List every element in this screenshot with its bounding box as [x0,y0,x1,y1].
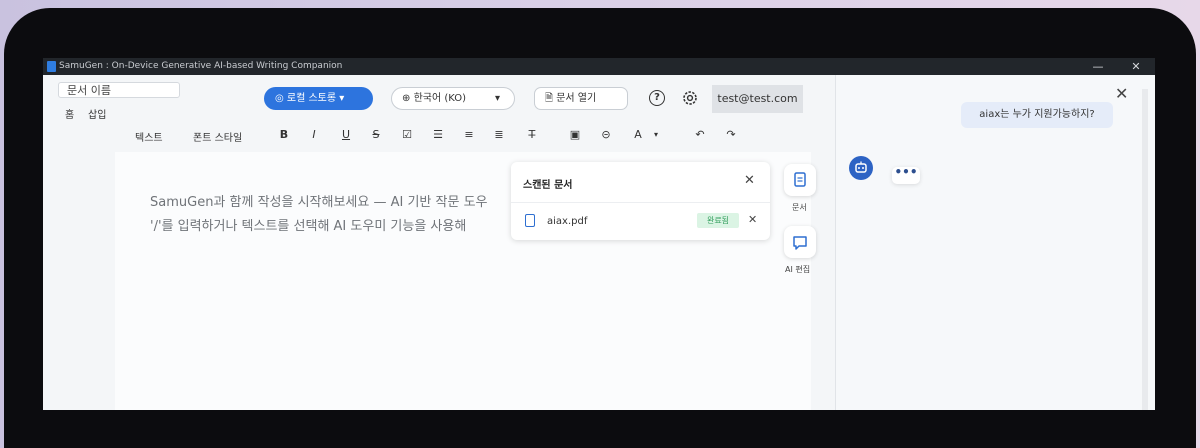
scrollbar[interactable] [1142,89,1148,410]
italic-icon[interactable]: I [307,128,321,142]
bot-avatar [849,156,873,180]
image-icon[interactable]: ▣ [568,128,582,142]
documents-label: 문서 [792,203,807,212]
underline-icon[interactable]: U [339,128,353,142]
ai-edit-label: AI 편집 [785,265,811,274]
document-name-input[interactable]: 문서 이름 [58,82,180,98]
app-window: SamuGen : On-Device Generative AI-based … [43,58,1155,410]
document-icon [794,172,806,187]
help-icon[interactable]: ? [649,90,665,106]
documents-button[interactable] [784,164,816,196]
placeholder-line-1: SamuGen과 함께 작성을 시작해보세요 — AI 기반 작문 도우 [150,195,488,210]
storage-icon: ◎ [275,93,287,104]
menu-home[interactable]: 홈 [65,106,74,121]
typing-indicator: ••• [892,166,920,184]
panel-title: 스캔된 문서 [523,180,573,191]
chevron-down-icon: ▾ [336,93,345,104]
align-icon[interactable]: ≣ [492,128,506,142]
font-style-menu[interactable]: 폰트 스타일 [193,129,242,144]
robot-icon [855,161,867,173]
chat-edit-icon [793,236,807,250]
menu-insert[interactable]: 삽입 [88,106,106,121]
clear-format-icon[interactable]: T̶ [525,128,539,142]
link-icon[interactable]: ⊝ [599,128,613,142]
document-icon: 🗎 [545,93,557,104]
app-icon [47,61,56,72]
user-message: aiax는 누가 지원가능하지? [961,102,1113,128]
divider [511,202,770,203]
open-document-button[interactable]: 🗎 문서 열기 [534,87,628,110]
storage-dropdown[interactable]: ◎ 로컬 스토롱 ▾ [264,87,373,110]
bold-icon[interactable]: B [277,128,291,142]
editor-pane: 문서 이름 홈 삽입 ◎ 로컬 스토롱 ▾ ⊕ 한국어 (KO) ▾ 🗎 문서 열… [43,75,833,410]
font-color-icon[interactable]: A [631,128,645,142]
text-style-menu[interactable]: 텍스트 [135,129,163,144]
open-document-label: 문서 열기 [556,93,597,104]
format-toolbar: 텍스트 폰트 스타일 B I U S ☑ ☰ ≡ ≣ T̶ ▣ ⊝ A ▾ ↶ … [43,122,833,149]
gear-icon[interactable] [680,88,700,108]
strikethrough-icon[interactable]: S [369,128,383,142]
chevron-down-icon[interactable]: ▾ [649,128,663,142]
close-icon[interactable]: ✕ [1115,84,1128,103]
file-icon [525,214,535,227]
remove-file-icon[interactable]: ✕ [748,213,757,226]
placeholder-line-2: '/'를 입력하거나 텍스트를 선택해 AI 도우미 기능을 사용해 [150,219,467,234]
scanned-documents-panel: 스캔된 문서 ✕ aiax.pdf 완료됨 ✕ [511,162,770,240]
language-label: 한국어 (KO) [413,93,467,104]
language-dropdown[interactable]: ⊕ 한국어 (KO) ▾ [391,87,515,110]
ai-edit-button[interactable] [784,226,816,258]
undo-icon[interactable]: ↶ [693,128,707,142]
title-bar: SamuGen : On-Device Generative AI-based … [43,58,1155,75]
account-email[interactable]: test@test.com [712,85,803,113]
window-title: SamuGen : On-Device Generative AI-based … [59,61,343,71]
file-name[interactable]: aiax.pdf [547,216,587,227]
checkbox-icon[interactable]: ☑ [400,128,414,142]
storage-label: 로컬 스토롱 [286,93,337,104]
maximize-button[interactable] [1086,58,1116,75]
chevron-down-icon: ▾ [495,93,501,104]
globe-icon: ⊕ [402,93,414,104]
close-icon[interactable]: ✕ [744,173,755,188]
status-badge: 완료됨 [697,213,739,228]
numbered-list-icon[interactable]: ≡ [462,128,476,142]
redo-icon[interactable]: ↷ [724,128,738,142]
assistant-panel: ✕ aiax는 누가 지원가능하지? ••• [835,75,1155,410]
bullet-list-icon[interactable]: ☰ [431,128,445,142]
close-window-button[interactable]: ✕ [1121,58,1151,75]
